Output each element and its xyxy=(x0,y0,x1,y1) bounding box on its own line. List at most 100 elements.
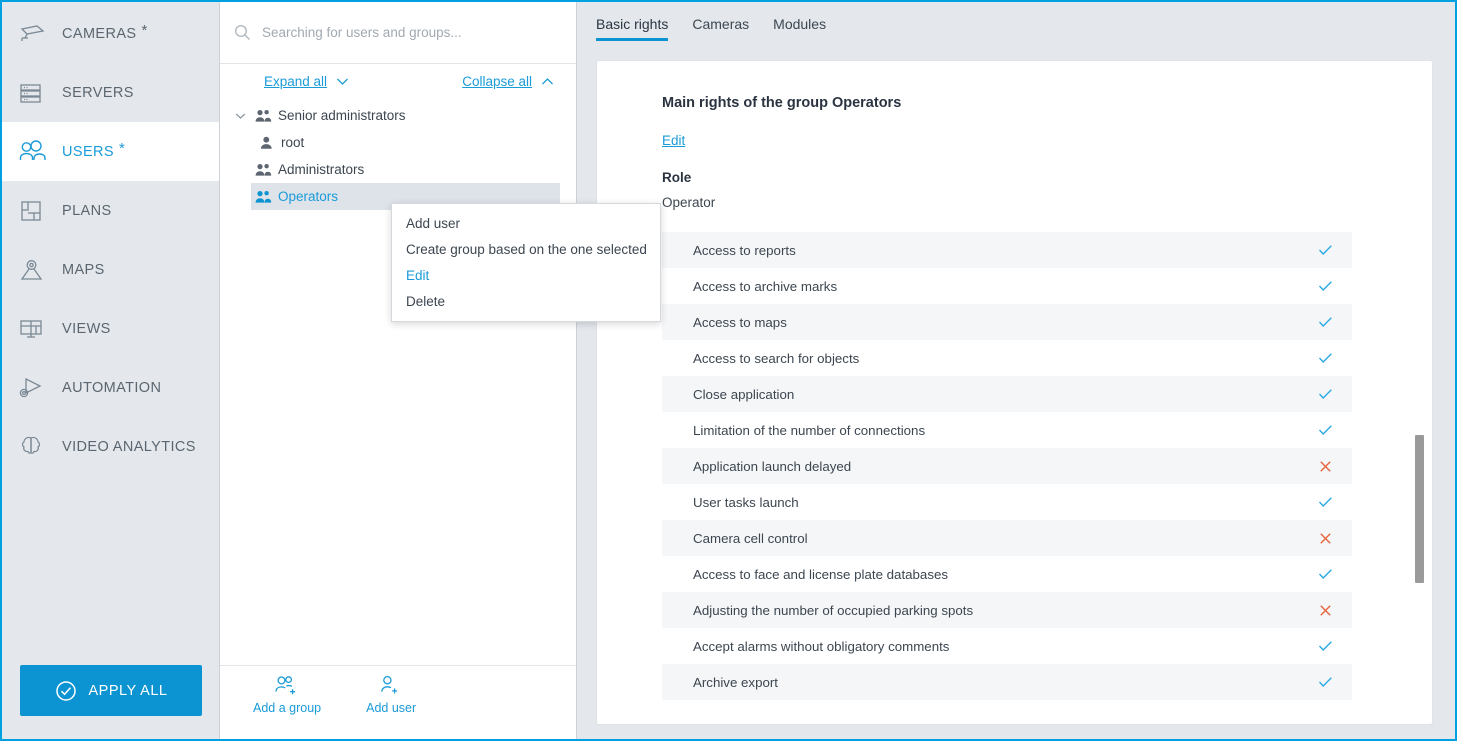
check-icon xyxy=(1314,244,1336,257)
context-menu-item-edit[interactable]: Edit xyxy=(392,262,660,288)
search-input[interactable] xyxy=(260,24,562,41)
table-row[interactable]: Application launch delayed xyxy=(662,448,1352,484)
camera-icon xyxy=(18,22,62,46)
sidebar-item-label: VIDEO ANALYTICS xyxy=(62,438,196,455)
sidebar-item-automation[interactable]: AUTOMATION xyxy=(2,358,219,417)
nav-list: CAMERAS * SERVERS USERS * PLANS MAPS VIE… xyxy=(2,2,219,476)
group-icon xyxy=(251,190,275,204)
table-row[interactable]: Access to reports xyxy=(662,232,1352,268)
rights-scrollbar-thumb[interactable] xyxy=(1415,435,1424,583)
automation-icon xyxy=(18,375,62,401)
views-icon xyxy=(18,317,62,341)
right-name: Close application xyxy=(693,386,795,402)
chevron-down-icon xyxy=(336,77,349,86)
chevron-up-icon xyxy=(541,77,554,86)
users-icon xyxy=(18,139,62,165)
add-group-icon xyxy=(274,675,300,697)
tree-node-label: Operators xyxy=(278,189,339,204)
tree-node-senior-administrators[interactable]: Senior administrators xyxy=(229,102,560,129)
context-menu-item-label: Create group based on the one selected xyxy=(406,241,647,257)
modified-star: * xyxy=(141,21,148,39)
table-row[interactable]: Camera cell control xyxy=(662,520,1352,556)
tree-node-label: root xyxy=(281,135,305,150)
tab-label: Modules xyxy=(773,16,827,32)
table-row[interactable]: User tasks launch xyxy=(662,484,1352,520)
sidebar-item-plans[interactable]: PLANS xyxy=(2,181,219,240)
add-user-label: Add user xyxy=(366,701,417,715)
basic-rights-card: Main rights of the group Operators Edit … xyxy=(596,60,1433,725)
sidebar-item-users[interactable]: USERS * xyxy=(2,122,219,181)
map-pin-icon xyxy=(18,257,62,283)
table-row[interactable]: Adjusting the number of occupied parking… xyxy=(662,592,1352,628)
right-name: Limitation of the number of connections xyxy=(693,422,926,438)
right-name: Archive export xyxy=(693,674,778,690)
table-row[interactable]: Close application xyxy=(662,376,1352,412)
tree-node-administrators[interactable]: Administrators xyxy=(251,156,560,183)
table-row[interactable]: Access to face and license plate databas… xyxy=(662,556,1352,592)
collapse-all-button[interactable]: Collapse all xyxy=(462,74,554,89)
add-group-button[interactable]: Add a group xyxy=(253,675,321,715)
left-navigation-sidebar: CAMERAS * SERVERS USERS * PLANS MAPS VIE… xyxy=(2,2,220,739)
chevron-down-icon[interactable] xyxy=(229,112,251,120)
right-name: User tasks launch xyxy=(693,494,799,510)
collapse-all-label: Collapse all xyxy=(462,73,532,89)
tree-node-label: Administrators xyxy=(278,162,365,177)
check-icon xyxy=(1314,496,1336,509)
context-menu-item-delete[interactable]: Delete xyxy=(392,288,660,314)
sidebar-item-cameras[interactable]: CAMERAS * xyxy=(2,4,219,63)
search-icon xyxy=(234,24,251,41)
edit-link[interactable]: Edit xyxy=(662,133,685,148)
tree-node-root[interactable]: root xyxy=(254,129,560,156)
page-title: Main rights of the group Operators xyxy=(662,95,902,111)
right-content-pane: Basic rights Cameras Modules Main rights… xyxy=(577,2,1455,739)
add-group-label: Add a group xyxy=(253,701,322,715)
cross-icon xyxy=(1314,532,1336,545)
rights-scrollbar-track[interactable] xyxy=(1415,61,1424,724)
sidebar-item-maps[interactable]: MAPS xyxy=(2,240,219,299)
tab-modules[interactable]: Modules xyxy=(773,16,826,41)
context-menu-item-add-user[interactable]: Add user xyxy=(392,210,660,236)
sidebar-item-label: AUTOMATION xyxy=(62,379,162,396)
user-icon xyxy=(254,136,278,150)
expand-all-label: Expand all xyxy=(264,73,328,89)
table-row[interactable]: Accept alarms without obligatory comment… xyxy=(662,628,1352,664)
add-user-button[interactable]: Add user xyxy=(366,675,416,715)
apply-all-label: APPLY ALL xyxy=(88,682,168,699)
table-row[interactable]: Access to search for objects xyxy=(662,340,1352,376)
expand-all-button[interactable]: Expand all xyxy=(264,74,349,89)
check-icon xyxy=(1314,280,1336,293)
rights-list: Access to reports Access to archive mark… xyxy=(662,232,1352,700)
sidebar-item-label: PLANS xyxy=(62,202,112,219)
search-row xyxy=(220,2,576,64)
cross-icon xyxy=(1314,460,1336,473)
sidebar-item-servers[interactable]: SERVERS xyxy=(2,63,219,122)
brain-icon xyxy=(18,434,62,460)
table-row[interactable]: Access to archive marks xyxy=(662,268,1352,304)
server-icon xyxy=(18,81,62,105)
modified-star: * xyxy=(118,139,126,157)
right-name: Application launch delayed xyxy=(693,458,852,474)
role-value: Operator xyxy=(662,195,716,210)
context-menu-item-label: Edit xyxy=(406,267,430,283)
table-row[interactable]: Access to maps xyxy=(662,304,1352,340)
sidebar-item-label: USERS * xyxy=(62,139,126,160)
check-icon xyxy=(1314,388,1336,401)
tab-label: Cameras xyxy=(692,16,750,32)
check-icon xyxy=(1314,640,1336,653)
tab-label: Basic rights xyxy=(596,16,669,32)
tree-footer-toolbar: Add a group Add user xyxy=(220,665,576,739)
role-label: Role xyxy=(662,170,692,185)
table-row[interactable]: Archive export xyxy=(662,664,1352,700)
sidebar-item-label: SERVERS xyxy=(62,84,134,101)
sidebar-item-label: VIEWS xyxy=(62,320,111,337)
tree-list: Senior administrators root Administrator… xyxy=(220,98,576,665)
tab-bar: Basic rights Cameras Modules xyxy=(577,2,1455,50)
tab-basic-rights[interactable]: Basic rights xyxy=(596,16,669,41)
context-menu-item-create-group[interactable]: Create group based on the one selected xyxy=(392,236,660,262)
sidebar-item-video-analytics[interactable]: VIDEO ANALYTICS xyxy=(2,417,219,476)
tab-cameras[interactable]: Cameras xyxy=(692,16,749,41)
table-row[interactable]: Limitation of the number of connections xyxy=(662,412,1352,448)
sidebar-item-views[interactable]: VIEWS xyxy=(2,299,219,358)
apply-all-button[interactable]: APPLY ALL xyxy=(20,665,202,716)
context-menu-item-label: Add user xyxy=(406,215,461,231)
